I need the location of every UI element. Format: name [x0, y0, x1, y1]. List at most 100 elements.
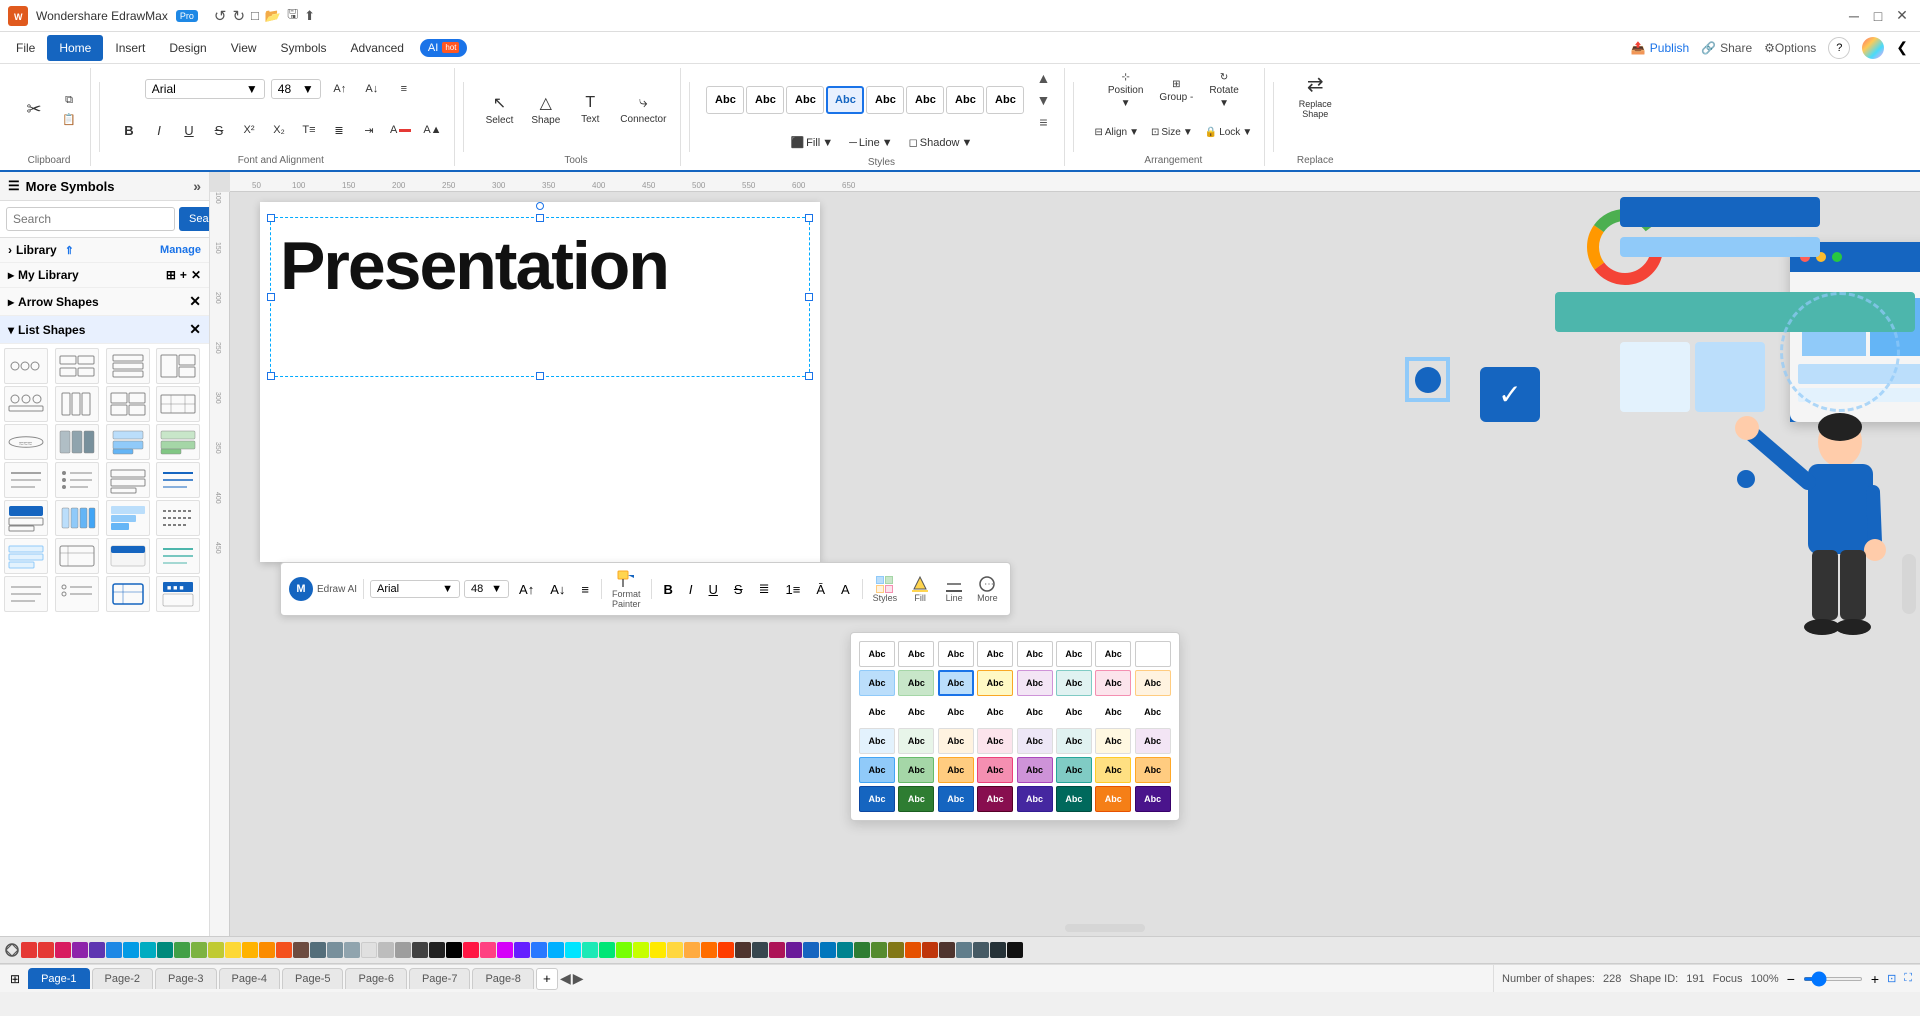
menu-home[interactable]: Home: [47, 35, 103, 61]
handle-tl[interactable]: [267, 214, 275, 222]
color-swatch[interactable]: [225, 942, 241, 958]
color-swatch[interactable]: [310, 942, 326, 958]
style-sq-8[interactable]: Abc: [986, 86, 1024, 114]
shape-item[interactable]: [106, 348, 150, 384]
style-item[interactable]: Abc: [1135, 641, 1171, 667]
page-tab-6[interactable]: Page-6: [345, 968, 406, 989]
save-btn[interactable]: □: [251, 8, 259, 23]
style-item[interactable]: Abc: [938, 786, 974, 812]
style-item[interactable]: Abc: [898, 699, 934, 725]
color-swatch[interactable]: [259, 942, 275, 958]
shape-item[interactable]: [55, 348, 99, 384]
search-btn[interactable]: Search: [179, 207, 210, 231]
color-swatch[interactable]: [837, 942, 853, 958]
shape-item[interactable]: [4, 386, 48, 422]
list-shapes-close-btn[interactable]: ✕: [189, 321, 201, 338]
superscript-btn[interactable]: X²: [236, 122, 262, 138]
color-swatch[interactable]: [395, 942, 411, 958]
handle-bl[interactable]: [267, 372, 275, 380]
font-size-selector[interactable]: 48 ▼: [271, 79, 321, 99]
style-item[interactable]: Abc: [859, 786, 895, 812]
tb-font-selector[interactable]: Arial▼: [370, 580, 460, 598]
shape-item[interactable]: [4, 538, 48, 574]
minimize-btn[interactable]: ─: [1844, 6, 1864, 26]
help-btn[interactable]: ?: [1828, 37, 1850, 59]
page-tab-3[interactable]: Page-3: [155, 968, 216, 989]
color-swatch[interactable]: [1007, 942, 1023, 958]
handle-tc[interactable]: [536, 214, 544, 222]
open-btn[interactable]: 📂: [265, 8, 281, 24]
tb-textcolor-btn[interactable]: A: [835, 580, 856, 599]
shape-item[interactable]: [106, 424, 150, 460]
group-btn[interactable]: ⊞ Group -: [1153, 75, 1199, 107]
shape-item[interactable]: [4, 348, 48, 384]
arrow-shapes-close-btn[interactable]: ✕: [189, 293, 201, 310]
shape-item[interactable]: [156, 500, 200, 536]
maximize-btn[interactable]: □: [1868, 6, 1888, 26]
shape-item[interactable]: [106, 386, 150, 422]
color-swatch[interactable]: [854, 942, 870, 958]
handle-tr[interactable]: [805, 214, 813, 222]
style-item[interactable]: Abc: [1095, 699, 1131, 725]
collapse-right[interactable]: ❮: [1896, 39, 1908, 56]
zoom-out-btn[interactable]: −: [1787, 971, 1795, 987]
color-swatch[interactable]: [327, 942, 343, 958]
style-item[interactable]: Abc: [898, 786, 934, 812]
shape-item[interactable]: [4, 500, 48, 536]
cut-btn[interactable]: ✂: [16, 95, 52, 124]
page-tab-2[interactable]: Page-2: [92, 968, 153, 989]
color-swatch[interactable]: [89, 942, 105, 958]
style-item[interactable]: Abc: [859, 728, 895, 754]
shape-item[interactable]: [156, 538, 200, 574]
style-item[interactable]: Abc: [1017, 757, 1053, 783]
bold-btn[interactable]: B: [116, 121, 142, 140]
undo-btn[interactable]: ↺: [214, 7, 227, 25]
color-swatch[interactable]: [633, 942, 649, 958]
zoom-slider[interactable]: [1803, 977, 1863, 981]
style-item[interactable]: Abc: [1095, 728, 1131, 754]
indent-btn[interactable]: ⇥: [356, 122, 382, 139]
shape-item[interactable]: ≈≈≈: [4, 424, 48, 460]
page-tab-7[interactable]: Page-7: [409, 968, 470, 989]
menu-symbols[interactable]: Symbols: [269, 35, 339, 61]
my-library-header[interactable]: ▸ My Library ⊞ + ✕: [0, 263, 209, 288]
handle-br[interactable]: [805, 372, 813, 380]
color-swatch[interactable]: [21, 942, 37, 958]
color-swatch[interactable]: [106, 942, 122, 958]
styles-expand-up[interactable]: ▲: [1030, 68, 1056, 88]
my-library-add-btn[interactable]: +: [180, 268, 187, 282]
color-swatch[interactable]: [684, 942, 700, 958]
search-input[interactable]: [6, 207, 175, 231]
page-tab-8[interactable]: Page-8: [472, 968, 533, 989]
text-tool-btn[interactable]: T Text: [572, 90, 608, 129]
size-btn[interactable]: ⊡ Size▼: [1147, 125, 1197, 140]
close-btn[interactable]: ✕: [1892, 6, 1912, 26]
tb-size-selector[interactable]: 48▼: [464, 580, 509, 598]
connector-btn[interactable]: ⤷ Connector: [614, 90, 672, 129]
style-item[interactable]: Abc: [898, 670, 934, 696]
text-btn[interactable]: T≡: [296, 122, 322, 138]
canvas-area[interactable]: 50 100 150 200 250 300 350 400 450 500 5…: [210, 172, 1920, 936]
menu-design[interactable]: Design: [157, 35, 218, 61]
style-sq-5[interactable]: Abc: [866, 86, 904, 114]
user-avatar[interactable]: [1862, 37, 1884, 59]
color-swatch[interactable]: [820, 942, 836, 958]
color-swatch[interactable]: [514, 942, 530, 958]
style-item[interactable]: Abc: [1056, 757, 1092, 783]
shape-item[interactable]: [55, 538, 99, 574]
decrease-font-btn[interactable]: A↓: [359, 81, 385, 97]
shape-item[interactable]: [156, 348, 200, 384]
menu-insert[interactable]: Insert: [103, 35, 157, 61]
shape-item[interactable]: [156, 424, 200, 460]
my-library-close-btn[interactable]: ✕: [191, 268, 201, 282]
manage-label[interactable]: Manage: [160, 244, 201, 256]
strikethrough-btn[interactable]: S: [206, 121, 232, 140]
color-swatch[interactable]: [939, 942, 955, 958]
zoom-in-btn[interactable]: +: [1871, 971, 1879, 987]
style-sq-7[interactable]: Abc: [946, 86, 984, 114]
rotate-handle[interactable]: [536, 202, 544, 210]
style-item[interactable]: Abc: [1056, 786, 1092, 812]
color-swatch[interactable]: [191, 942, 207, 958]
panel-collapse-btn[interactable]: »: [193, 178, 201, 194]
shape-item[interactable]: [106, 538, 150, 574]
